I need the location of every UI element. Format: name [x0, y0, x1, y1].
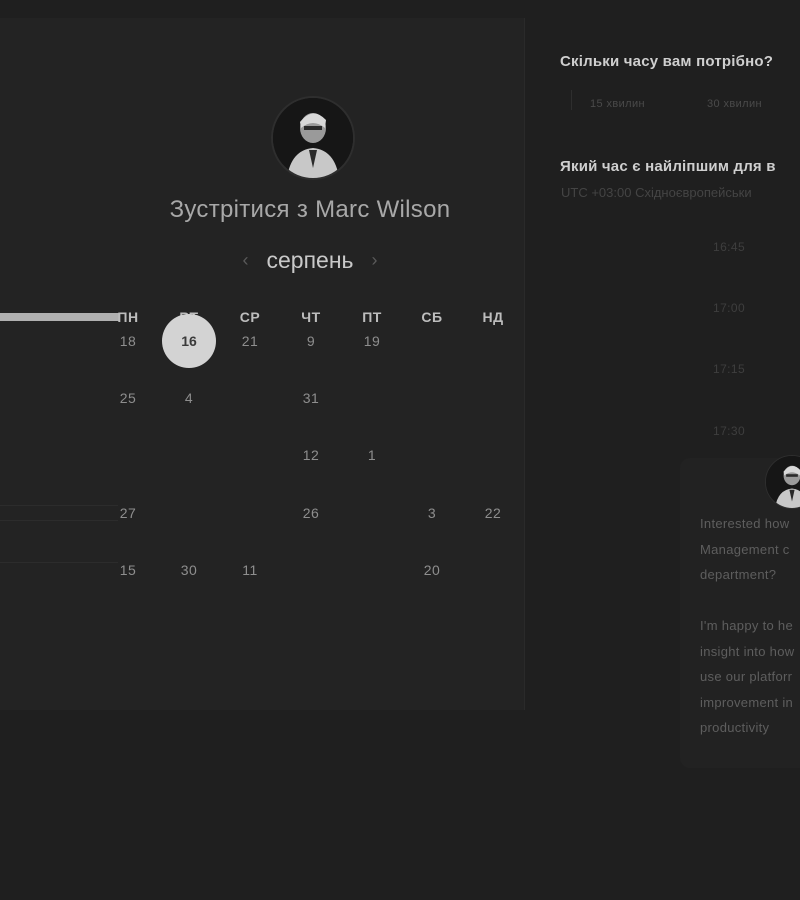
- message-line: improvement in: [700, 694, 794, 710]
- calendar-day[interactable]: 12: [291, 447, 331, 463]
- message-line: productivity: [700, 720, 770, 735]
- calendar-day[interactable]: 19: [352, 333, 392, 349]
- weekday-label: СР: [239, 309, 261, 325]
- scheduler-card: [0, 18, 525, 710]
- organizer-avatar: [271, 96, 355, 180]
- weekday-label: СБ: [421, 309, 443, 325]
- time-slot[interactable]: 17:30: [713, 424, 745, 438]
- message-line: department?: [700, 567, 777, 582]
- calendar-day[interactable]: 1: [352, 447, 392, 463]
- calendar-day[interactable]: 22: [473, 505, 513, 521]
- selected-day[interactable]: 16: [162, 314, 216, 368]
- time-question: Який час є найліпшим для в: [560, 158, 776, 175]
- time-slot[interactable]: 16:45: [713, 240, 745, 254]
- divider: [0, 562, 118, 563]
- person-avatar-icon: [273, 98, 353, 178]
- message-text: Interested how Management c department? I'…: [700, 511, 800, 741]
- calendar-day[interactable]: 26: [291, 505, 331, 521]
- calendar-day[interactable]: 21: [230, 333, 270, 349]
- message-line: insight into how: [700, 643, 795, 659]
- divider: [0, 520, 118, 521]
- calendar-day[interactable]: 27: [108, 505, 148, 521]
- message-line: use our platforr: [700, 669, 793, 684]
- chevron-left-icon[interactable]: ‹: [242, 250, 248, 271]
- progress-bar: [0, 313, 120, 321]
- calendar-day[interactable]: 9: [291, 333, 331, 349]
- month-label: серпень: [266, 246, 354, 273]
- month-navigation: ‹ серпень ›: [200, 245, 420, 275]
- message-line: [700, 588, 800, 614]
- weekday-label: НД: [482, 309, 504, 325]
- time-slot[interactable]: 17:15: [713, 362, 745, 376]
- duration-option-15[interactable]: 15 хвилин: [590, 98, 645, 110]
- calendar-day[interactable]: 11: [230, 562, 270, 578]
- calendar-day[interactable]: 31: [291, 390, 331, 406]
- time-slot[interactable]: 17:00: [713, 301, 745, 315]
- weekday-label: ПТ: [362, 309, 382, 325]
- calendar-day[interactable]: 3: [412, 505, 452, 521]
- duration-option-30[interactable]: 30 хвилин: [707, 98, 762, 110]
- calendar-day[interactable]: 20: [412, 562, 452, 578]
- divider: [571, 90, 572, 110]
- timezone-label[interactable]: UTC +03:00 Східноєвропейськи: [561, 185, 752, 200]
- message-line: Management c: [700, 541, 790, 557]
- calendar-day[interactable]: 30: [169, 562, 209, 578]
- duration-question: Скільки часу вам потрібно?: [560, 53, 774, 70]
- message-line: I'm happy to he: [700, 618, 793, 633]
- calendar-day[interactable]: 4: [169, 390, 209, 406]
- weekday-label: ПН: [117, 309, 139, 325]
- chevron-right-icon[interactable]: ›: [372, 250, 378, 271]
- calendar-day[interactable]: 18: [108, 333, 148, 349]
- page-title: Зустрітися з Marc Wilson: [169, 196, 451, 223]
- divider: [0, 505, 118, 506]
- message-line: Interested how: [700, 516, 790, 531]
- calendar-day[interactable]: 15: [108, 562, 148, 578]
- weekday-label: ЧТ: [301, 309, 321, 325]
- calendar-day[interactable]: 25: [108, 390, 148, 406]
- person-avatar-icon: [766, 456, 800, 508]
